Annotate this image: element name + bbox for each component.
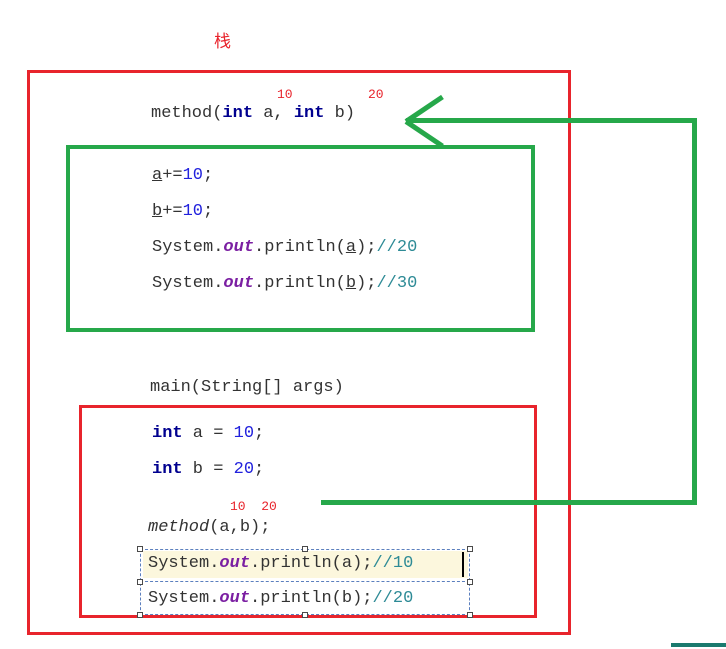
method-body-var-b: b xyxy=(152,202,163,221)
selection-handle-bottom-left[interactable] xyxy=(137,612,143,618)
main-print-1-close: ); xyxy=(352,554,373,573)
method-signature-param-a: a, xyxy=(253,104,294,123)
method-print-1-system: System. xyxy=(152,238,224,257)
main-declaration-line-2: int b = 20; xyxy=(152,460,264,480)
method-print-line-1: System.out.println(a);//20 xyxy=(152,238,417,258)
selection-handle-middle-right[interactable] xyxy=(467,579,473,585)
main-print-1-call: .println( xyxy=(250,554,342,573)
method-body-var-a: a xyxy=(152,166,163,185)
main-decl-2-keyword-int: int xyxy=(152,460,183,479)
method-print-1-arg: a xyxy=(345,238,357,257)
method-body-line-2: b+=10; xyxy=(152,202,213,222)
method-arg-a-value-label: 10 xyxy=(277,87,293,102)
method-print-1-out-field: out xyxy=(223,238,255,257)
method-body-end-1: ; xyxy=(203,166,214,185)
diagram-canvas: 栈 10 20 method(int a, int b) a+=10; b+=1… xyxy=(0,0,726,649)
main-declaration-line-1: int a = 10; xyxy=(152,424,264,444)
main-signature-line: main(String[] args) xyxy=(150,378,344,397)
main-print-2-arg: b xyxy=(341,589,353,608)
selection-handle-top-right[interactable] xyxy=(467,546,473,552)
main-decl-2-end: ; xyxy=(254,460,265,479)
main-method-call-line: method(a,b); xyxy=(148,518,270,538)
main-print-2-system: System. xyxy=(148,589,220,608)
teal-edge-stub xyxy=(671,643,726,647)
method-body-value-2: 10 xyxy=(182,202,204,221)
main-print-1-out-field: out xyxy=(219,554,251,573)
method-print-1-comment: //20 xyxy=(376,238,418,257)
main-print-line-1: System.out.println(a);//10 xyxy=(148,554,413,574)
main-print-1-system: System. xyxy=(148,554,220,573)
method-signature-keyword-int-1: int xyxy=(222,104,254,123)
method-body-line-1: a+=10; xyxy=(152,166,213,186)
main-print-2-close: ); xyxy=(352,589,373,608)
method-signature-line: method(int a, int b) xyxy=(151,104,355,124)
method-print-2-close: ); xyxy=(356,274,377,293)
main-method-call-args: (a,b); xyxy=(209,518,271,537)
method-print-line-2: System.out.println(b);//30 xyxy=(152,274,417,294)
main-method-call-name: method xyxy=(148,518,210,537)
main-print-line-2: System.out.println(b);//20 xyxy=(148,589,413,609)
method-print-2-call: .println( xyxy=(254,274,346,293)
selection-handle-top-center[interactable] xyxy=(302,546,308,552)
selection-handle-middle-left[interactable] xyxy=(137,579,143,585)
main-decl-2-name: b = xyxy=(182,460,234,479)
main-print-1-arg: a xyxy=(341,554,353,573)
method-print-2-arg: b xyxy=(345,274,357,293)
method-print-2-system: System. xyxy=(152,274,224,293)
method-print-1-call: .println( xyxy=(254,238,346,257)
text-selection-midline xyxy=(140,581,470,582)
method-body-end-2: ; xyxy=(203,202,214,221)
method-signature-name: method( xyxy=(151,104,223,123)
method-signature-param-b: b) xyxy=(324,104,356,123)
main-decl-1-end: ; xyxy=(254,424,265,443)
selection-handle-bottom-center[interactable] xyxy=(302,612,308,618)
main-print-2-call: .println( xyxy=(250,589,342,608)
selection-handle-bottom-right[interactable] xyxy=(467,612,473,618)
arrow-segment-bottom xyxy=(321,500,697,505)
main-call-arg-values-label: 10 20 xyxy=(230,499,277,514)
main-print-2-comment: //20 xyxy=(372,589,414,608)
arrow-segment-right xyxy=(692,118,697,505)
main-decl-1-keyword-int: int xyxy=(152,424,183,443)
method-arg-b-value-label: 20 xyxy=(368,87,384,102)
method-body-value-1: 10 xyxy=(182,166,204,185)
main-decl-1-name: a = xyxy=(182,424,234,443)
main-decl-2-value: 20 xyxy=(233,460,255,479)
method-signature-keyword-int-2: int xyxy=(293,104,325,123)
method-print-1-close: ); xyxy=(356,238,377,257)
method-body-op-2: += xyxy=(162,202,183,221)
diagram-title: 栈 xyxy=(214,32,231,52)
text-cursor xyxy=(462,552,464,577)
method-print-2-comment: //30 xyxy=(376,274,418,293)
method-body-op-1: += xyxy=(162,166,183,185)
arrow-segment-top xyxy=(406,118,697,123)
method-print-2-out-field: out xyxy=(223,274,255,293)
selection-handle-top-left[interactable] xyxy=(137,546,143,552)
main-print-1-comment: //10 xyxy=(372,554,414,573)
main-print-2-out-field: out xyxy=(219,589,251,608)
main-decl-1-value: 10 xyxy=(233,424,255,443)
